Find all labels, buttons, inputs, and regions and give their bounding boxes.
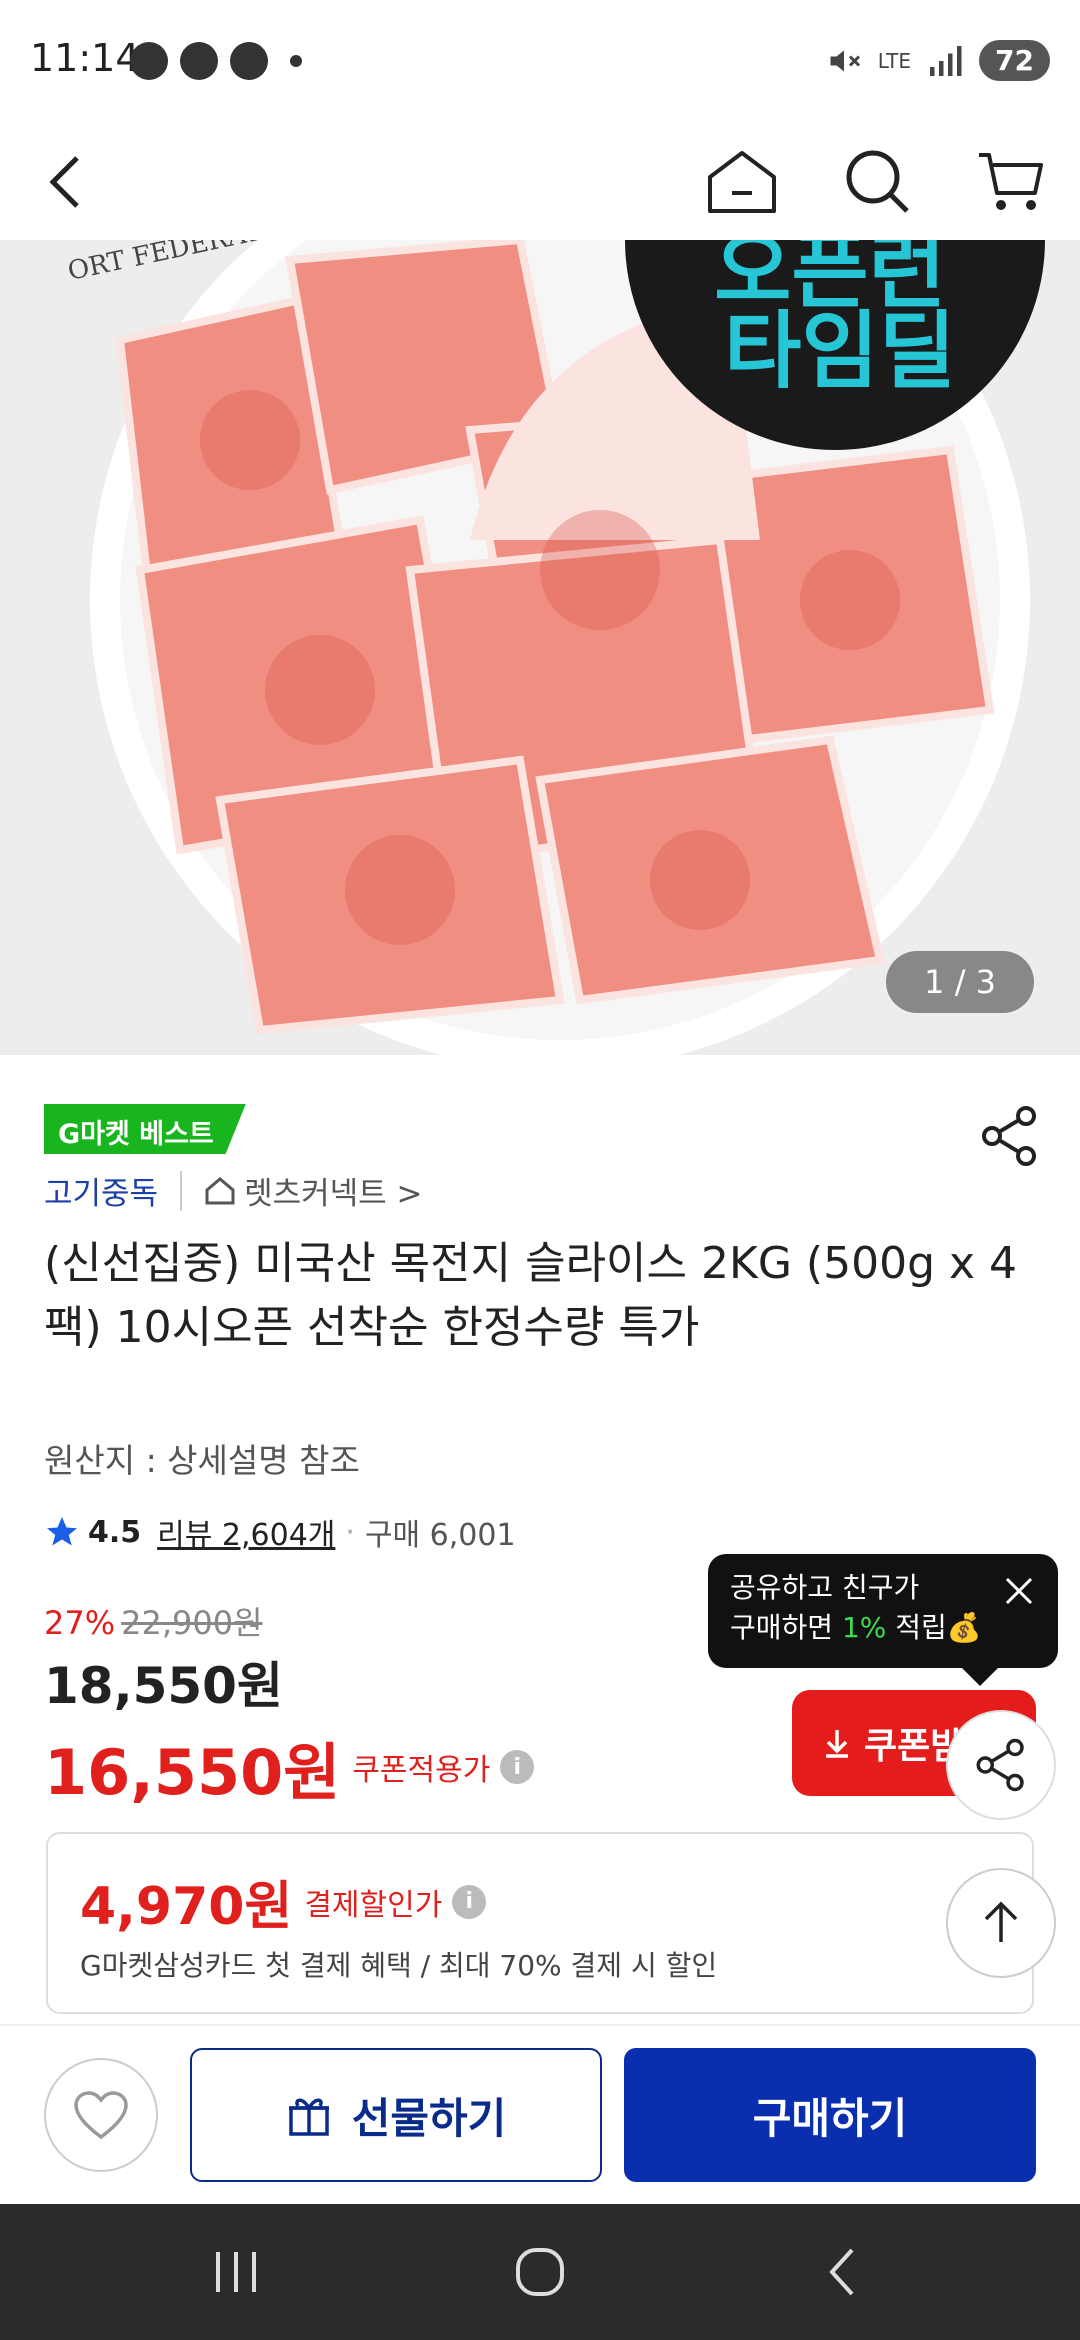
star-icon [47, 1517, 77, 1546]
card-discount-row: 4,970원 결제할인가 i [80, 1864, 487, 1939]
info-icon[interactable]: i [452, 1884, 487, 1919]
purchase-count: 구매 6,001 [364, 1518, 516, 1553]
scroll-to-top-button[interactable] [946, 1868, 1056, 1978]
origin-info: 원산지 : 상세설명 참조 [44, 1441, 360, 1480]
banner-line-2: 타임딜 [724, 302, 956, 400]
tooltip-line-1: 공유하고 친구가 [730, 1571, 920, 1604]
store-link[interactable]: 렛츠커넥트 > [204, 1168, 423, 1213]
review-count-link[interactable]: 리뷰 2,604개 [157, 1510, 335, 1554]
cart-icon [979, 153, 1043, 210]
store-name: 렛츠커넥트 > [244, 1176, 423, 1212]
coupon-price-row: 16,550원 쿠폰적용가 i [44, 1722, 535, 1812]
recent-apps-icon[interactable] [206, 2242, 266, 2302]
download-icon [826, 1730, 848, 1758]
discount-row: 27% 22,900원 [44, 1598, 263, 1644]
notification-app-icon [180, 42, 218, 80]
close-icon[interactable] [1002, 1574, 1036, 1608]
search-button[interactable] [838, 142, 918, 222]
floating-share-button[interactable] [946, 1710, 1056, 1820]
product-title: (신선집중) 미국산 목전지 슬라이스 2KG (500g x 4팩) 10시오… [44, 1238, 1018, 1353]
info-icon[interactable]: i [500, 1750, 535, 1784]
best-badge: G마켓 베스트 [44, 1104, 246, 1154]
rating-score: 4.5 [88, 1514, 142, 1550]
gift-button[interactable]: 선물하기 [190, 2048, 602, 2182]
chevron-left-icon [49, 156, 79, 208]
heart-icon [74, 2091, 128, 2140]
network-type: LTE [877, 48, 912, 73]
search-icon [846, 150, 909, 213]
back-button[interactable] [26, 142, 106, 222]
arrow-up-icon [984, 1901, 1018, 1942]
card-discount-box[interactable]: 4,970원 결제할인가 i G마켓삼성카드 첫 결제 혜택 / 최대 70% … [46, 1832, 1034, 2014]
divider [180, 1170, 183, 1211]
tooltip-line-2: 구매하면 1% 적립💰 [730, 1608, 1036, 1648]
status-right: LTE 72 [826, 40, 1050, 81]
discount-rate: 27% [44, 1604, 116, 1642]
coupon-price: 16,550원 [44, 1736, 341, 1809]
tooltip-text: 구매하면 [730, 1611, 842, 1644]
category-link[interactable]: 고기중독 [44, 1168, 158, 1213]
gift-button-label: 선물하기 [351, 2093, 507, 2143]
cart-button[interactable] [970, 142, 1050, 222]
bottom-action-bar: 선물하기 구매하기 [0, 2024, 1080, 2204]
separator-dot: · [345, 1514, 355, 1550]
product-image-carousel[interactable]: 오픈런 타임딜 ORT FEDERAT 1 / 3 [0, 240, 1080, 1055]
original-price: 22,900원 [121, 1604, 263, 1642]
tooltip-text-end: 적립💰 [886, 1611, 982, 1644]
status-time: 11:14 [30, 36, 140, 80]
card-discount-description: G마켓삼성카드 첫 결제 혜택 / 최대 70% 결제 시 할인 [80, 1949, 718, 1982]
home-button[interactable] [702, 142, 782, 222]
card-discount-label: 결제할인가 [304, 1887, 443, 1923]
store-home-icon [205, 1176, 235, 1204]
home-icon [708, 151, 776, 213]
status-bar: 11:14 LTE 72 [0, 0, 1080, 120]
reward-percent: 1% [841, 1611, 887, 1644]
breadcrumb: 고기중독 렛츠커넥트 > [44, 1168, 423, 1213]
rating-row: 4.5 리뷰 2,604개 · 구매 6,001 [44, 1510, 516, 1554]
top-navigation [0, 120, 1080, 240]
home-circle-icon[interactable] [510, 2242, 570, 2302]
share-reward-tooltip: 공유하고 친구가 구매하면 1% 적립💰 [708, 1554, 1058, 1686]
share-button[interactable] [978, 1104, 1042, 1168]
signal-icon [930, 45, 962, 76]
share-icon [982, 1106, 1036, 1166]
more-notifications-dot [290, 55, 302, 67]
coupon-price-label: 쿠폰적용가 [352, 1753, 491, 1788]
battery-level: 72 [979, 40, 1050, 81]
sale-price: 18,550원 [44, 1657, 283, 1715]
mute-icon [830, 50, 860, 71]
wishlist-button[interactable] [44, 2058, 158, 2172]
system-navigation-bar [0, 2204, 1080, 2340]
card-discount-price: 4,970원 [80, 1877, 293, 1937]
image-counter: 1 / 3 [886, 951, 1034, 1013]
notification-icons [130, 42, 302, 80]
notification-app-icon [130, 42, 168, 80]
buy-button-label: 구매하기 [752, 2093, 908, 2143]
product-photo: 오픈런 타임딜 ORT FEDERAT [0, 240, 1080, 1055]
buy-button[interactable]: 구매하기 [624, 2048, 1036, 2182]
share-icon [976, 1738, 1024, 1792]
notification-app-icon [230, 42, 268, 80]
gift-icon [288, 2098, 329, 2136]
system-back-icon[interactable] [814, 2242, 874, 2302]
